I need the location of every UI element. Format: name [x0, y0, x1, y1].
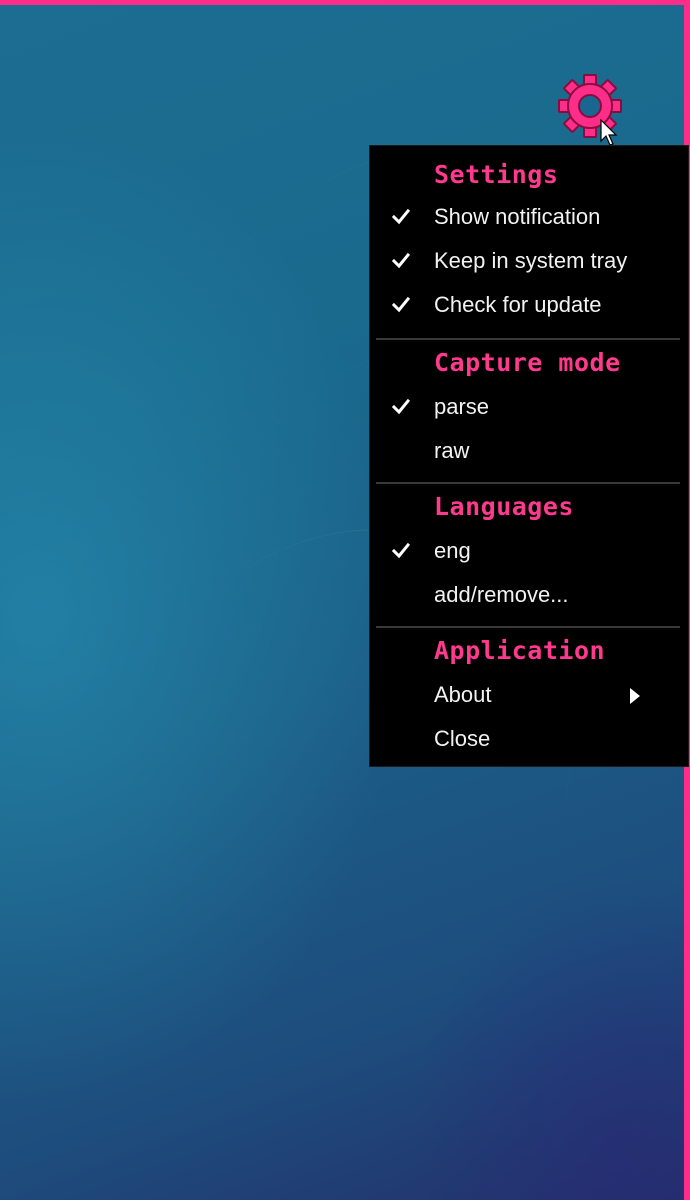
mouse-pointer-icon — [600, 119, 618, 146]
checkmark-icon — [392, 398, 410, 415]
context-menu: Settings Show notification Keep in system … — [370, 146, 688, 766]
menu-section-title-application: Application — [434, 636, 606, 665]
menu-item-show-notification[interactable]: Show notification — [370, 198, 688, 238]
menu-section-title-settings: Settings — [434, 160, 559, 189]
menu-item-label: Close — [434, 726, 491, 751]
submenu-arrow-icon — [630, 688, 640, 704]
menu-item-label: parse — [434, 394, 490, 419]
menu-section-title-languages: Languages — [434, 492, 574, 521]
menu-separator — [376, 482, 680, 484]
menu-item-add-remove[interactable]: add/remove... — [370, 576, 688, 616]
menu-item-label: Show notification — [434, 204, 601, 229]
menu-item-parse[interactable]: parse — [370, 388, 688, 428]
menu-separator — [376, 626, 680, 628]
menu-item-label: eng — [434, 538, 471, 563]
menu-item-label: About — [434, 682, 492, 707]
menu-item-close[interactable]: Close — [370, 720, 688, 760]
checkmark-icon — [392, 296, 410, 313]
window-border-top — [0, 0, 690, 5]
menu-item-label: Keep in system tray — [434, 248, 628, 273]
menu-item-label: Check for update — [434, 292, 602, 317]
menu-item-raw[interactable]: raw — [370, 432, 688, 472]
menu-section-title-capture-mode: Capture mode — [434, 348, 621, 377]
menu-item-about[interactable]: About — [370, 676, 688, 716]
checkmark-icon — [392, 542, 410, 559]
menu-separator — [376, 338, 680, 340]
checkmark-icon — [392, 208, 410, 225]
checkmark-icon — [392, 252, 410, 269]
menu-item-label: raw — [434, 438, 470, 463]
menu-item-keep-in-system-tray[interactable]: Keep in system tray — [370, 242, 688, 282]
menu-item-check-for-update[interactable]: Check for update — [370, 286, 688, 326]
menu-item-eng[interactable]: eng — [370, 532, 688, 572]
menu-item-label: add/remove... — [434, 582, 569, 607]
